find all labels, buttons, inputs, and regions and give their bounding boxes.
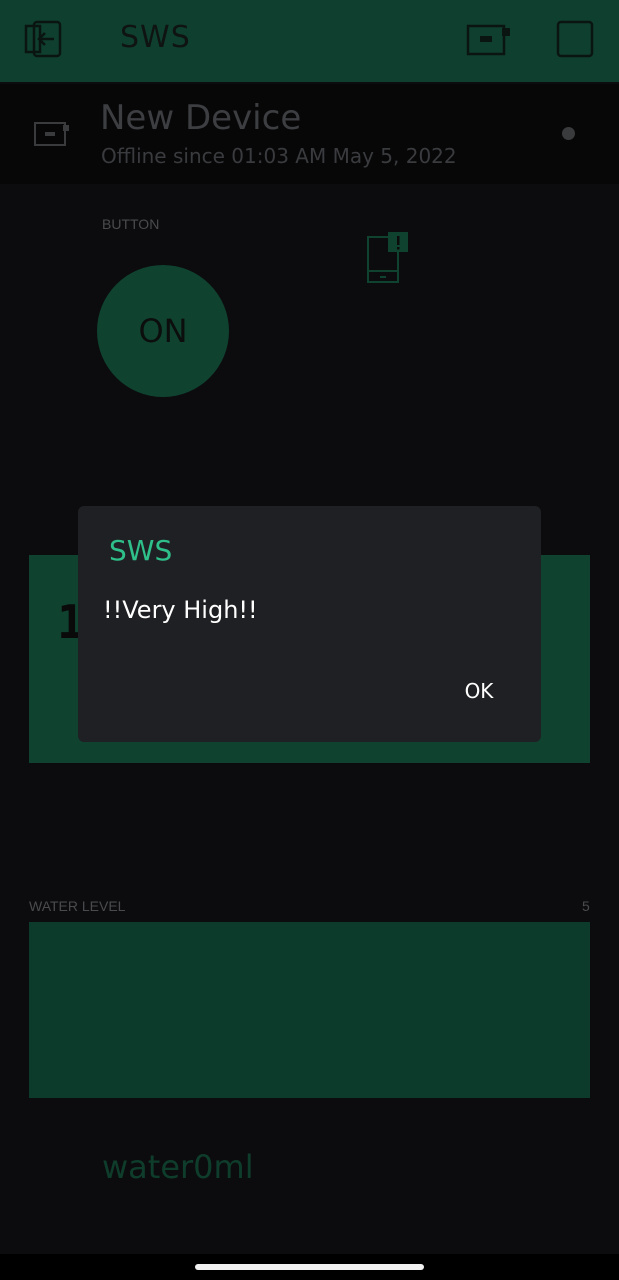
alert-dialog: SWS !!Very High!! OK	[78, 506, 541, 742]
exit-icon[interactable]	[24, 20, 64, 58]
dialog-title: SWS	[109, 534, 173, 567]
app-title: SWS	[120, 20, 191, 55]
home-indicator[interactable]	[195, 1264, 424, 1270]
device-header[interactable]: New Device Offline since 01:03 AM May 5,…	[0, 84, 619, 184]
phone-notification-icon[interactable]	[366, 231, 410, 285]
status-dot	[562, 127, 575, 140]
square-icon[interactable]	[556, 20, 594, 58]
device-name: New Device	[100, 98, 302, 138]
on-button[interactable]: ON	[97, 265, 229, 397]
device-icon[interactable]	[466, 22, 512, 56]
device-status: Offline since 01:03 AM May 5, 2022	[101, 144, 457, 168]
water-level-label: WATER LEVEL	[29, 898, 126, 914]
water-level-value: 5	[582, 898, 590, 914]
ok-button[interactable]: OK	[454, 676, 504, 706]
app-header: SWS	[0, 0, 619, 82]
button-widget-label: BUTTON	[102, 216, 160, 232]
water-level-graph	[29, 922, 590, 1098]
device-icon	[34, 120, 70, 148]
water-text: water0ml	[102, 1148, 254, 1186]
dialog-message: !!Very High!!	[103, 596, 258, 624]
